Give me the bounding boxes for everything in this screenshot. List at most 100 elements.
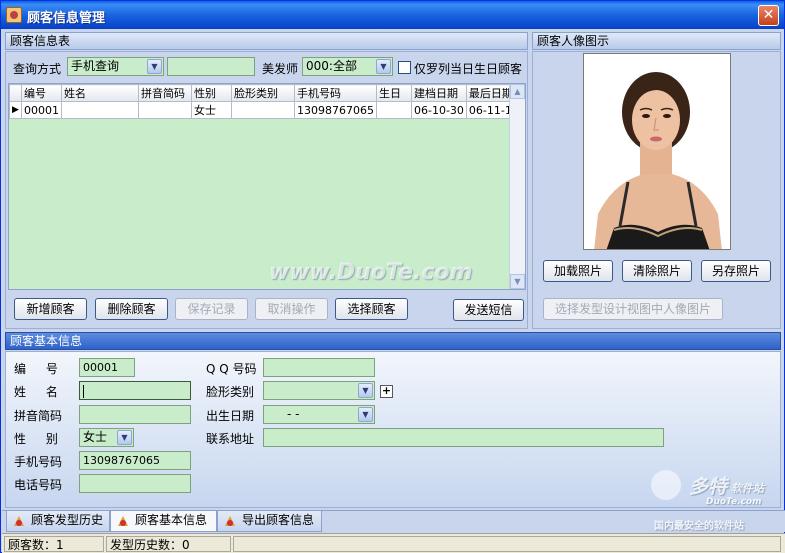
table-row[interactable]: ▶ 00001 女士 13098767065 06-10-30 06-11-10: [9, 101, 522, 119]
table-cell[interactable]: [138, 101, 192, 119]
tab-label: 顾客基本信息: [135, 513, 208, 527]
birthday-checkbox[interactable]: [398, 61, 411, 74]
hairstyle-icon: [14, 516, 24, 526]
add-customer-button[interactable]: 新增顾客: [14, 298, 87, 320]
table-cell[interactable]: [231, 101, 295, 119]
table-cell[interactable]: [375, 101, 412, 119]
birthday-picker[interactable]: - - ▼: [263, 405, 375, 424]
customer-count-status: 顾客数：1: [4, 536, 104, 552]
scroll-down-icon[interactable]: ▼: [510, 274, 525, 289]
chevron-down-icon[interactable]: ▼: [117, 430, 132, 445]
row-pointer-icon: ▶: [9, 101, 22, 119]
customer-grid[interactable]: 编号 姓名 拼音简码 性别 脸形类别 手机号码 生日 建档日期 最后日期 ▶ 0: [8, 83, 526, 290]
table-cell[interactable]: 00001: [21, 101, 62, 119]
add-face-type-icon[interactable]: +: [380, 385, 393, 398]
mobile-field[interactable]: 13098767065: [79, 451, 191, 470]
row-indicator-header: [9, 84, 22, 102]
delete-customer-button[interactable]: 删除顾客: [95, 298, 168, 320]
tab-label: 顾客发型历史: [31, 513, 104, 527]
column-header[interactable]: 脸形类别: [231, 84, 295, 102]
customer-table-header: 顾客信息表: [5, 32, 528, 50]
gender-label: 性 别: [14, 432, 66, 446]
status-bar: 顾客数：1 发型历史数：0: [2, 533, 785, 553]
chevron-down-icon[interactable]: ▼: [376, 59, 391, 74]
column-header[interactable]: 编号: [21, 84, 62, 102]
window-title: 顾客信息管理: [27, 11, 106, 26]
watermark-logo-url: DuoTe.com: [706, 497, 762, 507]
watermark-slogan: 国内最安全的软件站: [654, 521, 744, 532]
table-cell[interactable]: 06-10-30: [410, 101, 467, 119]
tab-basic-info[interactable]: 顾客基本信息: [110, 511, 217, 532]
column-header[interactable]: 生日: [375, 84, 412, 102]
table-header-row: 编号 姓名 拼音简码 性别 脸形类别 手机号码 生日 建档日期 最后日期: [9, 84, 522, 102]
select-customer-button[interactable]: 选择顾客: [335, 298, 408, 320]
tab-hair-history[interactable]: 顾客发型历史: [6, 511, 110, 532]
clear-photo-button[interactable]: 清除照片: [622, 260, 692, 282]
qq-label: Q Q 号码: [206, 362, 257, 376]
face-select[interactable]: ▼: [263, 381, 375, 400]
cancel-operation-button[interactable]: 取消操作: [255, 298, 328, 320]
close-button[interactable]: ✕: [758, 5, 779, 26]
birthday-value: - -: [287, 407, 300, 421]
qq-field[interactable]: [263, 358, 375, 377]
phone-label: 电话号码: [14, 478, 63, 492]
address-field[interactable]: [263, 428, 664, 447]
basic-info-header: 顾客基本信息: [5, 332, 781, 350]
birthday-label: 出生日期: [206, 409, 255, 423]
query-mode-label: 查询方式: [13, 62, 62, 76]
customer-table-panel: 查询方式 手机查询 ▼ 美发师 000:全部 ▼ 仅罗列当日生日顾客 编号 姓名…: [5, 51, 528, 329]
save-record-button[interactable]: 保存记录: [175, 298, 248, 320]
stylist-value: 000:全部: [306, 59, 357, 73]
table-cell[interactable]: 女士: [191, 101, 232, 119]
mobile-label: 手机号码: [14, 455, 63, 469]
gender-value: 女士: [83, 430, 108, 444]
tab-label: 导出顾客信息: [242, 513, 315, 527]
column-header[interactable]: 性别: [191, 84, 232, 102]
column-header[interactable]: 拼音简码: [138, 84, 192, 102]
scroll-up-icon[interactable]: ▲: [510, 84, 525, 99]
pinyin-field[interactable]: [79, 405, 191, 424]
hairstyle-icon: [118, 516, 128, 526]
id-field[interactable]: 00001: [79, 358, 135, 377]
name-field[interactable]: [79, 381, 191, 400]
app-icon: [6, 7, 22, 23]
phone-field[interactable]: [79, 474, 191, 493]
column-header[interactable]: 手机号码: [294, 84, 377, 102]
history-count-status: 发型历史数：0: [106, 536, 231, 552]
chevron-down-icon[interactable]: ▼: [358, 407, 373, 422]
watermark-text: www.DuoTe.com: [269, 260, 473, 285]
bottom-tab-strip: 顾客发型历史 顾客基本信息 导出顾客信息 国内最安全的软件站: [2, 510, 785, 532]
gender-select[interactable]: 女士 ▼: [79, 428, 134, 447]
query-mode-value: 手机查询: [71, 59, 120, 73]
column-header[interactable]: 建档日期: [410, 84, 467, 102]
basic-info-panel: 编 号 00001 姓 名 拼音简码 性 别 女士 ▼ 手机号码 1309876…: [5, 351, 781, 508]
save-photo-as-button[interactable]: 另存照片: [701, 260, 771, 282]
stylist-label: 美发师: [262, 62, 299, 76]
tab-export-customers[interactable]: 导出顾客信息: [217, 511, 322, 532]
chevron-down-icon[interactable]: ▼: [147, 59, 162, 74]
column-header[interactable]: 姓名: [61, 84, 139, 102]
customer-table: 编号 姓名 拼音简码 性别 脸形类别 手机号码 生日 建档日期 最后日期 ▶ 0: [9, 84, 522, 119]
chevron-down-icon[interactable]: ▼: [358, 383, 373, 398]
choose-design-portrait-button[interactable]: 选择发型设计视图中人像图片: [543, 298, 723, 320]
load-photo-button[interactable]: 加载照片: [543, 260, 613, 282]
stylist-select[interactable]: 000:全部 ▼: [302, 57, 393, 76]
title-bar[interactable]: 顾客信息管理 ✕: [1, 1, 784, 29]
watermark-logo-suffix: 软件站: [731, 482, 764, 495]
name-label: 姓 名: [14, 385, 66, 399]
grid-scrollbar[interactable]: ▲ ▼: [509, 84, 525, 289]
birthday-checkbox-label[interactable]: 仅罗列当日生日顾客: [414, 60, 522, 77]
query-mode-select[interactable]: 手机查询 ▼: [67, 57, 164, 76]
customer-portrait: [583, 53, 731, 250]
app-window: 顾客信息管理 ✕ 顾客信息表 查询方式 手机查询 ▼ 美发师 000:全部 ▼ …: [0, 0, 785, 553]
id-label: 编 号: [14, 362, 66, 376]
query-input[interactable]: [167, 57, 255, 76]
send-sms-button[interactable]: 发送短信: [453, 299, 524, 321]
watermark-logo-text: 多特: [689, 476, 728, 498]
portrait-header: 顾客人像图示: [532, 32, 781, 50]
text-cursor: [83, 384, 84, 398]
address-label: 联系地址: [206, 432, 255, 446]
portrait-image: [584, 54, 730, 249]
table-cell[interactable]: [61, 101, 139, 119]
table-cell[interactable]: 13098767065: [294, 101, 377, 119]
